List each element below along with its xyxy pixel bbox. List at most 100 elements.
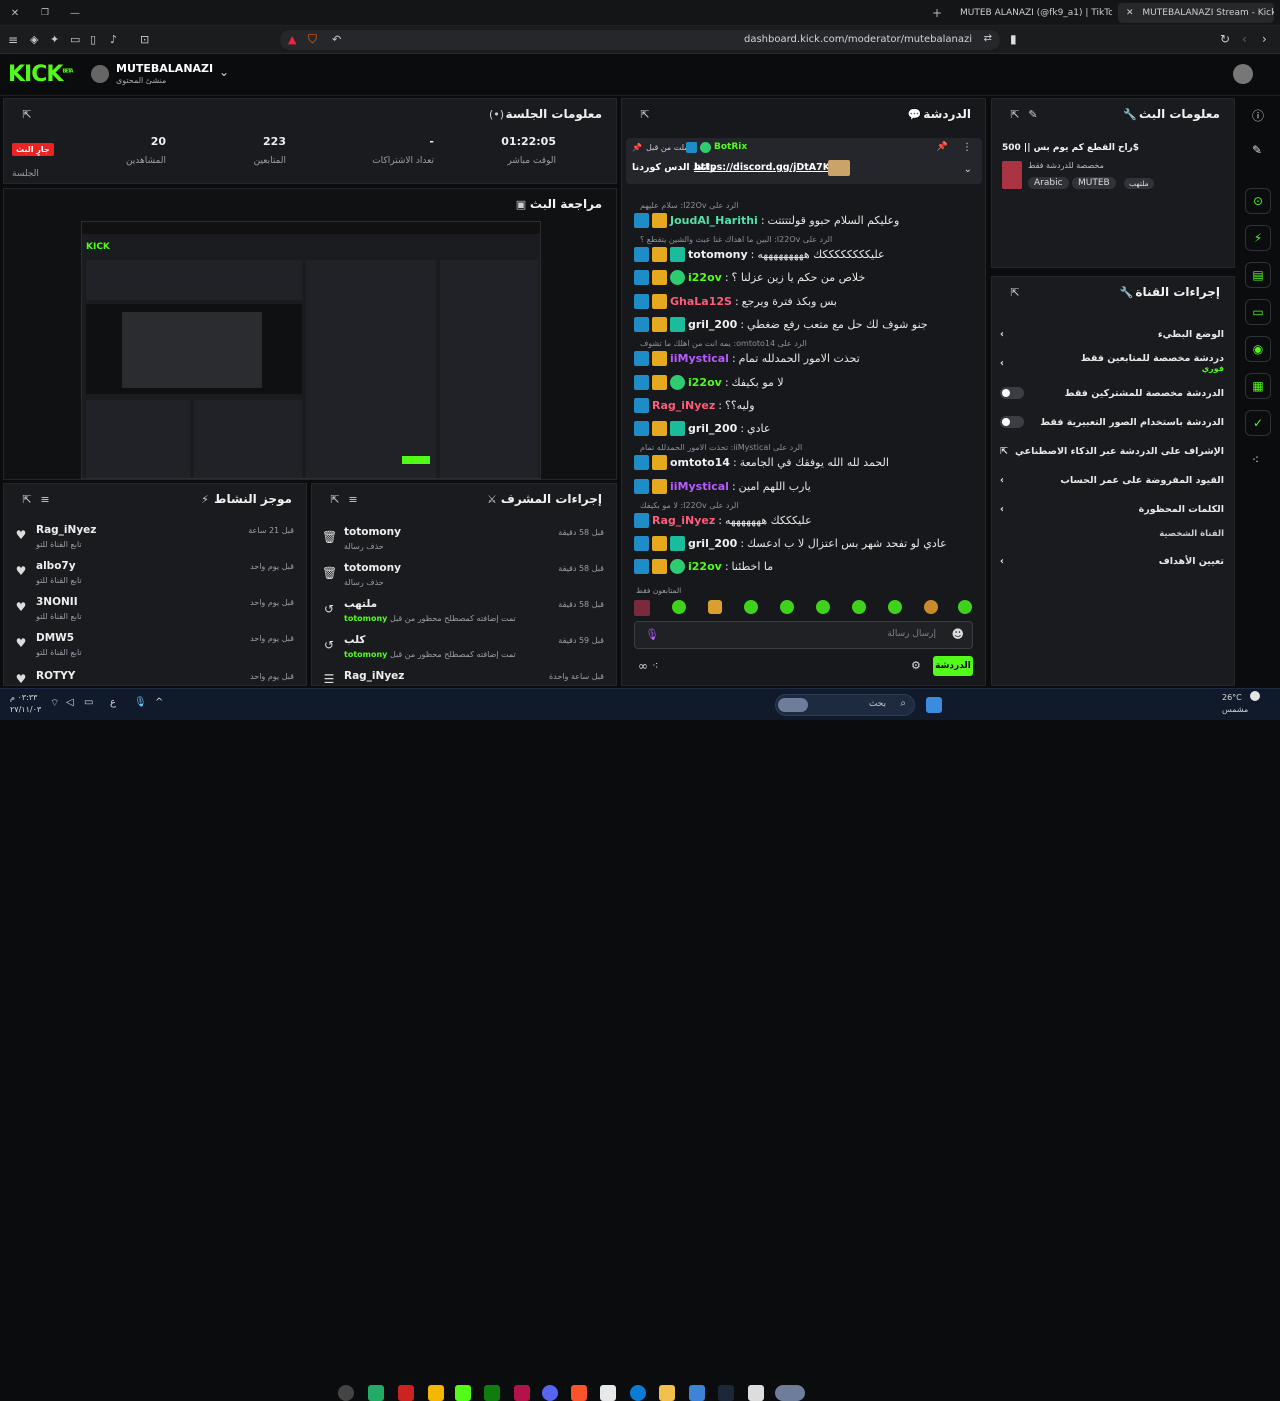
chat-message[interactable]: gril_200: عادي [634, 418, 979, 438]
pencil-icon[interactable]: ✎ [1252, 143, 1262, 157]
pinned-message[interactable]: 📌 أرسلت من قبل BotRix رابط الدس كوردنا h… [626, 138, 982, 184]
sidebar-bolt-button[interactable]: ⚡ [1245, 225, 1271, 251]
popout-icon[interactable]: ⇱ [326, 493, 344, 506]
info-icon[interactable]: ⓘ [1252, 107, 1264, 124]
taskbar-app-icon[interactable] [428, 1385, 444, 1401]
window-minimize-icon[interactable]: — [68, 6, 82, 20]
explorer-icon[interactable] [659, 1385, 675, 1401]
site-settings-icon[interactable]: ⇄ [984, 33, 992, 44]
xbox-icon[interactable] [484, 1385, 500, 1401]
followers-only-row[interactable]: دردشة مخصصة للمتابعين فقط فوري › [1000, 350, 1224, 376]
window-restore-icon[interactable]: ❐ [38, 6, 52, 20]
channel-chevron-down-icon[interactable]: ⌄ [219, 65, 229, 79]
sidebar-icon[interactable]: ▯ [90, 33, 96, 46]
wallet-icon[interactable]: ▭ [70, 33, 80, 46]
mic-tray-icon[interactable]: 🎙 [134, 697, 147, 708]
tag-label[interactable]: ملتهب [1124, 178, 1154, 189]
more-icon[interactable]: ⋮ [962, 142, 972, 153]
sidebar-target-button[interactable]: ⊙ [1245, 188, 1271, 214]
edit-icon[interactable]: ✎ [1024, 108, 1042, 121]
chat-message[interactable]: i22ov: خلاص من حكم يا زين عزلنا ؟ [634, 267, 979, 287]
chat-message[interactable]: totomony: عليككككككككك هههههههههه [634, 244, 979, 264]
reload-site-icon[interactable]: ↶ [332, 33, 341, 46]
keyboard-lang[interactable]: ع [110, 697, 116, 708]
back-icon[interactable]: ‹ [1242, 32, 1247, 46]
infinity-icon[interactable]: ∞ [638, 659, 648, 673]
discord-icon[interactable] [542, 1385, 558, 1401]
more-apps-icon[interactable]: ⁖ [1252, 453, 1259, 467]
search-highlight[interactable] [775, 1385, 805, 1401]
volume-icon[interactable]: ◁ [66, 697, 74, 708]
emote-green-face[interactable] [888, 600, 902, 614]
popout-icon[interactable]: ⇱ [1006, 286, 1024, 299]
tag-arabic[interactable]: Arabic [1028, 177, 1069, 189]
emote-green-face[interactable] [958, 600, 972, 614]
brave-icon[interactable]: ⛉ [308, 32, 317, 47]
taskbar-app-icon[interactable] [748, 1385, 764, 1401]
music-icon[interactable]: ♪ [110, 33, 117, 46]
subs-only-row[interactable]: الدردشة مخصصة للمشتركين فقط [1000, 382, 1224, 404]
menu-icon[interactable]: ≡ [8, 33, 18, 47]
wifi-icon[interactable]: ⌔ [50, 697, 59, 710]
chat-message[interactable]: gril_200: عادي لو تفحد شهر بس اعتزال لا ب… [634, 533, 979, 553]
tab-tiktok[interactable]: MUTEB ALANAZI (@fk9_a1) | TikTok(2) [952, 3, 1112, 23]
windows-start-icon[interactable] [926, 697, 942, 713]
chat-settings-gear-icon[interactable]: ⚙ [911, 659, 921, 672]
chat-message[interactable]: JoudAl_Harithi: وعليكم السلام حبوو قولتتت… [634, 210, 979, 230]
chat-message[interactable]: iiMystical: يارب اللهم امين [634, 476, 979, 496]
pinned-link[interactable]: https://discord.gg/jDtA7KUqt [694, 162, 849, 173]
emote-green-face[interactable] [672, 600, 686, 614]
chat-message[interactable]: Rag_iNyez: وليه؟؟ [634, 395, 979, 415]
sidebar-broadcast-button[interactable]: ◉ [1245, 336, 1271, 362]
sidebar-chat-button[interactable]: ▭ [1245, 299, 1271, 325]
ai-moderation-row[interactable]: الإشراف على الدردشة عبر الذكاء الاصطناعي… [1000, 440, 1224, 462]
chat-message[interactable]: iiMystical: تحذت الامور الحمدلله تمام [634, 348, 979, 368]
notification-badge[interactable] [1250, 691, 1260, 701]
store-icon[interactable] [600, 1385, 616, 1401]
taskbar-app-icon[interactable] [398, 1385, 414, 1401]
screenshot-icon[interactable]: ⊡ [140, 33, 149, 46]
popout-icon[interactable]: ⇱ [1006, 108, 1024, 121]
taskbar-app-icon[interactable] [455, 1385, 471, 1401]
tab-kick[interactable]: ✕ MUTEBALANAZI Stream - Kick D [1118, 3, 1274, 23]
user-avatar[interactable] [1233, 64, 1253, 84]
subs-only-toggle[interactable] [1000, 387, 1024, 399]
unpin-icon[interactable]: 📌 [937, 142, 948, 152]
banned-words-row[interactable]: الكلمات المحظورة › [1000, 498, 1224, 520]
brave-taskbar-icon[interactable] [571, 1385, 587, 1401]
taskbar-search[interactable]: بحث ⌕ [775, 694, 915, 716]
emote-green-face[interactable] [816, 600, 830, 614]
collapse-chevron-icon[interactable]: ⌄ [964, 164, 972, 175]
emote-green-face[interactable] [744, 600, 758, 614]
dots-icon[interactable]: ⁖ [652, 659, 658, 672]
emote-only-row[interactable]: الدردشة باستخدام الصور التعبيرية فقط [1000, 411, 1224, 433]
slow-mode-row[interactable]: الوضع البطيء › [1000, 323, 1224, 345]
tray-chevron-icon[interactable]: ^ [155, 697, 163, 708]
chat-send-button[interactable]: الدردشة [933, 656, 973, 676]
url-field[interactable]: ▲ ⛉ ↶ dashboard.kick.com/moderator/muteb… [280, 30, 1000, 50]
kick-logo[interactable]: KICKBETA [8, 62, 74, 87]
emote-face[interactable] [924, 600, 938, 614]
bookmark-icon[interactable]: ▮ [1010, 32, 1017, 46]
emote-avatar[interactable] [634, 600, 650, 616]
emote-box[interactable] [708, 600, 722, 614]
taskbar-app-icon[interactable] [368, 1385, 384, 1401]
emote-green-face[interactable] [852, 600, 866, 614]
popout-icon[interactable]: ⇱ [18, 493, 36, 506]
window-close-icon[interactable]: ✕ [8, 6, 22, 20]
sidebar-doc-button[interactable]: ▤ [1245, 262, 1271, 288]
popout-icon[interactable]: ⇱ [18, 108, 36, 121]
account-age-row[interactable]: القيود المفروضة على عمر الحساب › [1000, 469, 1224, 491]
emoji-icon[interactable]: ☻ [951, 627, 964, 641]
sidebar-layout-button[interactable]: ▦ [1245, 373, 1271, 399]
filter-icon[interactable]: ≡ [344, 493, 362, 506]
set-goals-row[interactable]: تعيين الأهداف › [1000, 550, 1224, 572]
taskbar-app-icon[interactable] [689, 1385, 705, 1401]
forward-icon[interactable]: › [1262, 32, 1267, 46]
new-tab-button[interactable]: + [930, 6, 944, 20]
chat-input[interactable]: 🎙 إرسال رسالة ☻ [634, 621, 973, 649]
edge-icon[interactable] [630, 1385, 646, 1401]
steam-icon[interactable] [718, 1385, 734, 1401]
chat-message[interactable]: Rag_iNyez: عليكككك هههههههه [634, 510, 979, 530]
emote-green-face[interactable] [780, 600, 794, 614]
